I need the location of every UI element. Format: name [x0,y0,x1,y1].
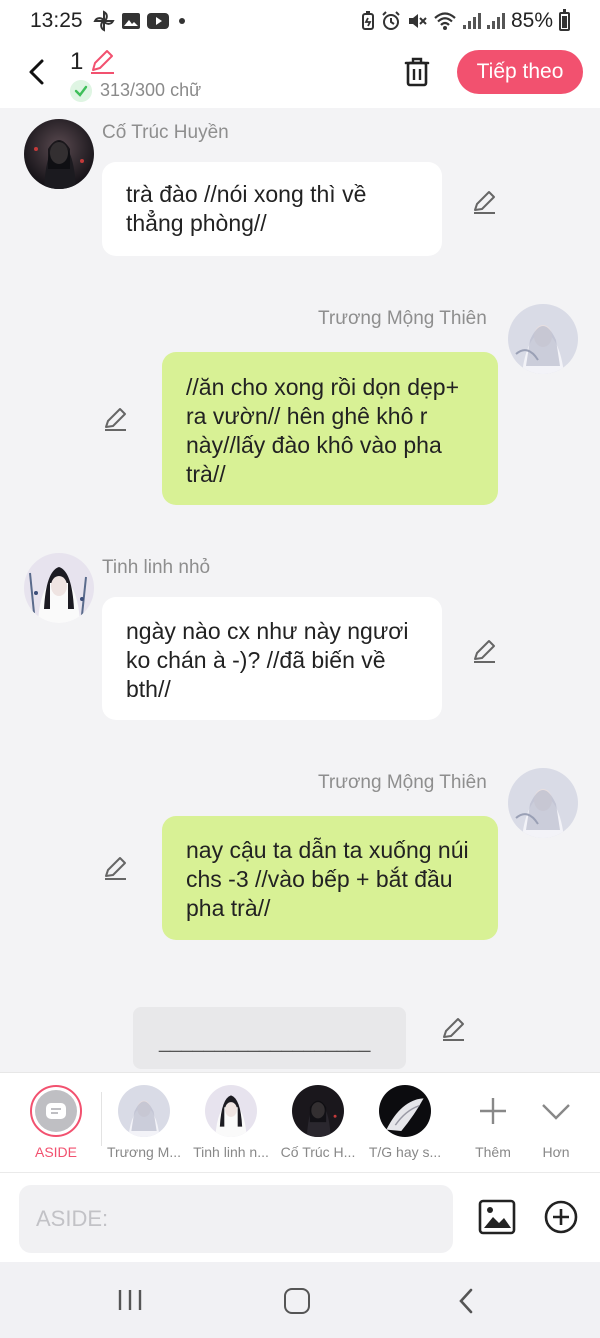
youtube-icon [146,13,169,29]
sender-name: Trương Mộng Thiên [318,772,487,793]
home-icon[interactable] [284,1288,310,1314]
more-characters-button[interactable]: Hơn [514,1073,598,1160]
signal-icon [462,13,481,29]
character-bar: ASIDE Trương M... Tinh linh n... Cố Trúc… [0,1072,600,1172]
gallery-icon [121,13,140,29]
editor-header: 1 313/300 chữ Tiếp theo [0,42,600,108]
divider [101,1092,102,1146]
sender-name: Trương Mộng Thiên [318,308,487,329]
character-avatar [205,1085,257,1137]
edit-pencil-icon[interactable] [471,188,499,216]
aside-avatar [30,1085,82,1137]
character-aside[interactable]: ASIDE [14,1073,98,1160]
avatar-truong-mong-thien[interactable] [508,768,578,838]
battery-saver-icon [361,11,374,30]
message-input[interactable] [19,1185,453,1253]
pinwheel-icon [92,10,115,32]
trash-icon[interactable] [400,55,434,89]
sender-name: Cố Trúc Huyền [102,122,229,143]
mute-icon [408,14,427,28]
dot-icon [178,18,185,24]
character-co-truc-huyen[interactable]: Cố Trúc H... [276,1073,360,1160]
sender-name: Tinh linh nhỏ [102,557,211,578]
edit-pencil-icon[interactable] [102,405,130,433]
status-bar: 13:25 85% [0,0,600,42]
character-label: T/G hay s... [368,1144,442,1160]
message-bubble[interactable]: trà đào //nói xong thì về thẳng phòng// [102,162,442,256]
system-nav-bar [0,1262,600,1338]
avatar-tinh-linh-nho[interactable] [24,553,94,623]
image-icon[interactable] [478,1199,516,1235]
rename-pencil-icon[interactable] [88,47,116,75]
aside-draft-box[interactable]: ___________________ [133,1007,406,1069]
status-time: 13:25 [30,9,83,32]
avatar-truong-mong-thien[interactable] [508,304,578,374]
check-icon [70,80,92,102]
character-avatar [118,1085,170,1137]
recents-icon[interactable] [117,1288,143,1312]
add-circle-icon[interactable] [543,1199,579,1235]
alarm-icon [382,11,400,30]
message-bubble[interactable]: nay cậu ta dẫn ta xuống núi chs -3 //vào… [162,816,498,940]
input-row [0,1172,600,1262]
aside-draft-text: ___________________ [159,1031,371,1053]
character-label: ASIDE [34,1144,77,1160]
character-truong-mong-thien[interactable]: Trương M... [102,1073,186,1160]
character-label: Hơn [542,1144,570,1160]
signal-icon-2 [486,13,505,29]
character-label: Tinh linh n... [193,1144,269,1160]
plus-icon [480,1098,506,1124]
edit-pencil-icon[interactable] [471,637,499,665]
draft-number: 1 [70,48,84,75]
back-arrow-icon[interactable] [20,54,56,90]
message-bubble[interactable]: ngày nào cx như này ngươi ko chán à -)? … [102,597,442,720]
edit-pencil-icon[interactable] [102,854,130,882]
word-count: 313/300 chữ [100,80,202,100]
character-avatar [292,1085,344,1137]
aside-icon [46,1103,66,1119]
next-button[interactable]: Tiếp theo [457,50,583,94]
chevron-down-icon [542,1104,570,1120]
battery-percent: 85% [510,9,553,32]
avatar-co-truc-huyen[interactable] [24,119,94,189]
message-bubble[interactable]: //ăn cho xong rồi dọn dẹp+ ra vườn// hên… [162,352,498,505]
battery-icon [559,8,570,31]
nav-back-icon[interactable] [456,1287,476,1315]
character-label: Cố Trúc H... [280,1144,356,1160]
wifi-icon [434,12,456,30]
edit-pencil-icon[interactable] [440,1015,468,1043]
character-avatar [379,1085,431,1137]
character-tinh-linh-nho[interactable]: Tinh linh n... [189,1073,273,1160]
character-tg-hay-s[interactable]: T/G hay s... [363,1073,447,1160]
character-label: Trương M... [106,1144,182,1160]
